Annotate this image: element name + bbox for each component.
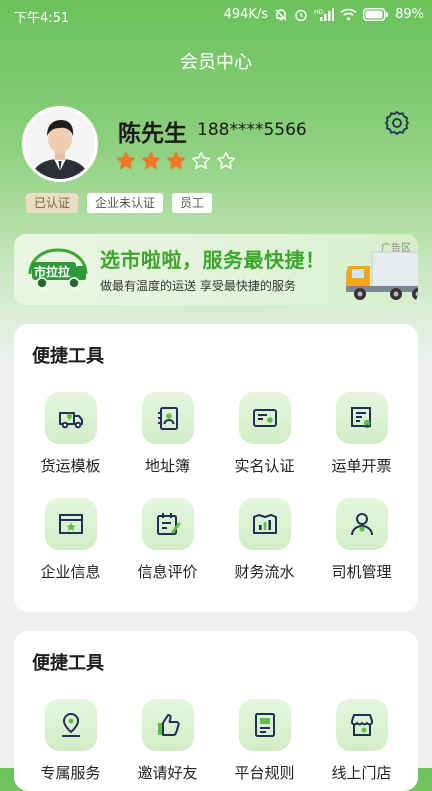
tool-label: 邀请好友 xyxy=(137,764,198,782)
id-card-icon xyxy=(238,392,291,444)
star-empty-icon xyxy=(216,151,236,175)
ad-banner[interactable]: 市拉拉 选市啦啦，服务最快捷！ 做最有温度的运送 享受最快捷的服务 广告区 xyxy=(14,234,418,305)
tools-grid-1: 货运模板 地址簿 实名认证 运单开票企业信息 信息评价 财务流水 司机管理 xyxy=(14,392,426,582)
alarm-icon xyxy=(294,8,308,22)
tag-verified: 已认证 xyxy=(26,193,79,213)
tool-label: 货运模板 xyxy=(40,457,101,475)
profile-tags: 已认证 企业未认证 员工 xyxy=(26,193,213,213)
status-time: 下午4:51 xyxy=(14,11,70,26)
rating-stars xyxy=(116,151,236,175)
svg-text:HD: HD xyxy=(314,9,324,16)
service-icon xyxy=(44,699,97,751)
invoice-icon xyxy=(335,392,388,444)
wifi-icon xyxy=(340,8,357,21)
tool-company[interactable]: 企业信息 xyxy=(22,498,119,582)
user-name: 陈先生 xyxy=(118,121,187,147)
user-phone: 188****5566 xyxy=(197,120,307,140)
tool-driver[interactable]: 司机管理 xyxy=(313,498,410,582)
ad-subtitle: 做最有温度的运送 享受最快捷的服务 xyxy=(100,279,296,293)
section-title-2: 便捷工具 xyxy=(32,653,104,674)
tool-label: 司机管理 xyxy=(331,563,392,581)
tool-rules[interactable]: 平台规则 xyxy=(216,699,313,783)
tool-label: 线上门店 xyxy=(331,764,392,782)
avatar[interactable] xyxy=(22,106,98,182)
driver-icon xyxy=(335,498,388,550)
tool-label: 财务流水 xyxy=(234,563,295,581)
signal-icon: HD xyxy=(314,7,335,22)
tool-label: 地址簿 xyxy=(144,457,190,475)
tool-label: 实名认证 xyxy=(234,457,295,475)
star-empty-icon xyxy=(191,151,211,175)
tool-truck-location[interactable]: 货运模板 xyxy=(22,392,119,476)
tool-store[interactable]: 线上门店 xyxy=(313,699,410,783)
settings-gear-icon[interactable] xyxy=(383,109,411,137)
ad-title: 选市啦啦，服务最快捷！ xyxy=(100,248,326,272)
tool-label: 运单开票 xyxy=(331,457,392,475)
mute-bell-icon xyxy=(274,8,288,22)
brand-logo-text: 市拉拉 xyxy=(34,264,70,279)
tools-grid-2: 专属服务 邀请好友 平台规则 线上门店 xyxy=(14,699,426,783)
tool-label: 企业信息 xyxy=(40,563,101,581)
company-icon xyxy=(44,498,97,550)
brand-logo: 市拉拉 xyxy=(26,244,90,298)
tool-address-book[interactable]: 地址簿 xyxy=(119,392,216,476)
star-filled-icon xyxy=(166,151,186,175)
address-book-icon xyxy=(141,392,194,444)
store-icon xyxy=(335,699,388,751)
tool-service[interactable]: 专属服务 xyxy=(22,699,119,783)
finance-icon xyxy=(238,498,291,550)
truck-location-icon xyxy=(44,392,97,444)
tool-label: 信息评价 xyxy=(137,563,198,581)
tool-id-card[interactable]: 实名认证 xyxy=(216,392,313,476)
battery-percent: 89% xyxy=(395,7,424,22)
tool-label: 专属服务 xyxy=(40,764,101,782)
battery-icon xyxy=(363,8,389,21)
tool-evaluate[interactable]: 信息评价 xyxy=(119,498,216,582)
tool-thumbs-up[interactable]: 邀请好友 xyxy=(119,699,216,783)
evaluate-icon xyxy=(141,498,194,550)
tool-invoice[interactable]: 运单开票 xyxy=(313,392,410,476)
tag-company-unverified: 企业未认证 xyxy=(87,193,164,213)
star-filled-icon xyxy=(141,151,161,175)
section-title: 便捷工具 xyxy=(32,346,104,367)
net-speed: 494K/s xyxy=(223,7,269,22)
tools-card-2: 便捷工具 专属服务 邀请好友 平台规则 线上门店 xyxy=(14,631,418,791)
tag-staff: 员工 xyxy=(172,193,213,213)
status-bar: 下午4:51 494K/s HD 89% xyxy=(0,0,432,32)
rules-icon xyxy=(238,699,291,751)
tool-label: 平台规则 xyxy=(234,764,295,782)
tool-finance[interactable]: 财务流水 xyxy=(216,498,313,582)
thumbs-up-icon xyxy=(141,699,194,751)
truck-illustration-icon xyxy=(344,246,418,305)
tools-card-1: 便捷工具 货运模板 地址簿 实名认证 运单开票企业信息 信息评价 财务流水 司机管理 xyxy=(14,324,418,612)
star-filled-icon xyxy=(116,151,136,175)
page-title: 会员中心 xyxy=(180,52,252,73)
